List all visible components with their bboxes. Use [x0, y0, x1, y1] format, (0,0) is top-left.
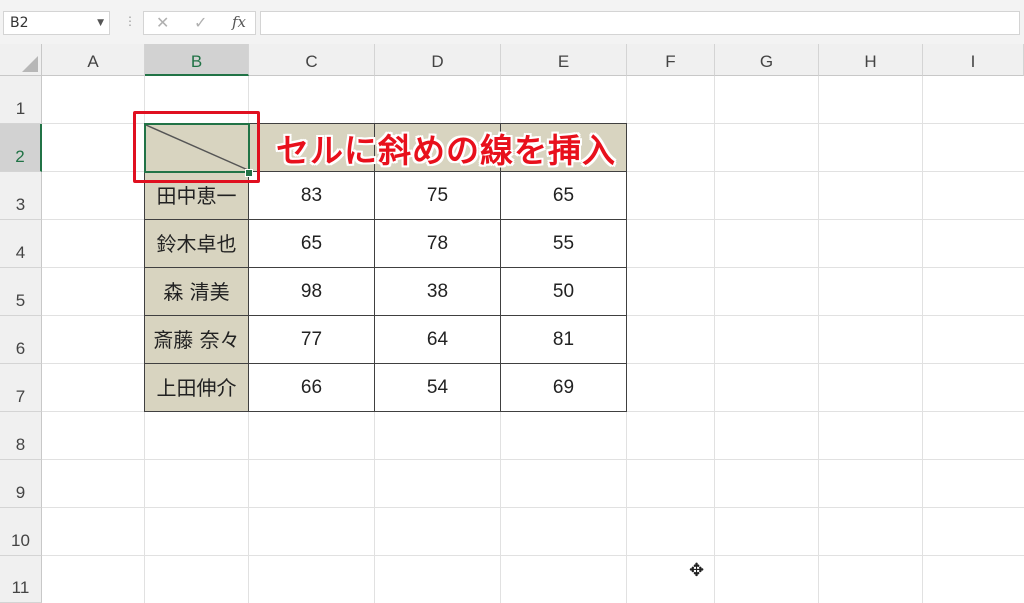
formula-bar: B2 ▼ ⋮ ✕ ✓ fx	[0, 10, 1024, 44]
cell-e6[interactable]: 81	[501, 316, 627, 364]
gridline	[922, 76, 923, 603]
column-header-a[interactable]: A	[42, 44, 145, 76]
move-cross-icon: ✥	[689, 560, 705, 581]
highlight-box	[133, 111, 260, 183]
enter-icon[interactable]: ✓	[194, 13, 207, 32]
row-header-9[interactable]: 9	[0, 460, 42, 508]
cell-c7[interactable]: 66	[249, 364, 375, 412]
gridline	[42, 507, 1024, 508]
row-header-4[interactable]: 4	[0, 220, 42, 268]
more-options-icon[interactable]: ⋮	[124, 14, 136, 28]
cell-d4[interactable]: 78	[375, 220, 501, 268]
cell-d5[interactable]: 38	[375, 268, 501, 316]
cell-e5[interactable]: 50	[501, 268, 627, 316]
cell-d7[interactable]: 54	[375, 364, 501, 412]
row-label-8: 8	[15, 435, 26, 454]
cell-b6[interactable]: 斎藤 奈々	[144, 316, 249, 364]
gridline	[714, 76, 715, 603]
row-label-2: 2	[15, 147, 25, 166]
row-label-5: 5	[15, 291, 26, 310]
cell-c5[interactable]: 98	[249, 268, 375, 316]
gridline	[42, 555, 1024, 556]
gridline	[818, 76, 819, 603]
column-header-c[interactable]: C	[249, 44, 375, 76]
row-header-8[interactable]: 8	[0, 412, 42, 460]
formula-input[interactable]	[260, 11, 1020, 35]
column-header-g[interactable]: G	[715, 44, 819, 76]
column-header-d[interactable]: D	[375, 44, 501, 76]
row-label-7: 7	[15, 387, 26, 406]
row-header-10[interactable]: 10	[0, 508, 42, 556]
column-header-f[interactable]: F	[627, 44, 715, 76]
chevron-down-icon[interactable]: ▼	[97, 12, 104, 34]
title-strip	[0, 0, 1024, 10]
name-box-value: B2	[10, 15, 29, 31]
row-label-11: 11	[11, 578, 30, 597]
row-label-3: 3	[15, 195, 26, 214]
cell-c4[interactable]: 65	[249, 220, 375, 268]
cell-c6[interactable]: 77	[249, 316, 375, 364]
row-label-1: 1	[15, 99, 26, 118]
cell-b7[interactable]: 上田伸介	[144, 364, 249, 412]
cell-b4[interactable]: 鈴木卓也	[144, 220, 249, 268]
column-header-i[interactable]: I	[923, 44, 1024, 76]
row-label-10: 10	[11, 531, 30, 550]
column-header-e[interactable]: E	[501, 44, 627, 76]
gridline	[42, 459, 1024, 460]
row-header-5[interactable]: 5	[0, 268, 42, 316]
cell-c3[interactable]: 83	[249, 172, 375, 220]
row-label-4: 4	[15, 243, 26, 262]
column-header-b[interactable]: B	[145, 44, 249, 76]
row-label-6: 6	[15, 339, 26, 358]
cell-b5[interactable]: 森 清美	[144, 268, 249, 316]
row-header-6[interactable]: 6	[0, 316, 42, 364]
row-header-7[interactable]: 7	[0, 364, 42, 412]
column-header-h[interactable]: H	[819, 44, 923, 76]
cancel-icon[interactable]: ✕	[156, 13, 169, 32]
cell-e7[interactable]: 69	[501, 364, 627, 412]
annotation-banner: セルに斜めの線を挿入	[276, 131, 616, 170]
select-all-corner[interactable]	[0, 44, 42, 76]
cell-d3[interactable]: 75	[375, 172, 501, 220]
name-box[interactable]: B2 ▼	[3, 11, 110, 35]
insert-function-icon[interactable]: fx	[232, 13, 246, 31]
row-header-2[interactable]: 2	[0, 124, 42, 172]
row-header-11[interactable]: 11	[0, 556, 42, 603]
row-header-1[interactable]: 1	[0, 76, 42, 124]
cell-e3[interactable]: 65	[501, 172, 627, 220]
cell-d6[interactable]: 64	[375, 316, 501, 364]
row-label-9: 9	[15, 483, 26, 502]
corner-triangle-icon	[22, 56, 38, 72]
formula-buttons: ✕ ✓ fx	[143, 11, 256, 35]
row-header-3[interactable]: 3	[0, 172, 42, 220]
cell-e4[interactable]: 55	[501, 220, 627, 268]
